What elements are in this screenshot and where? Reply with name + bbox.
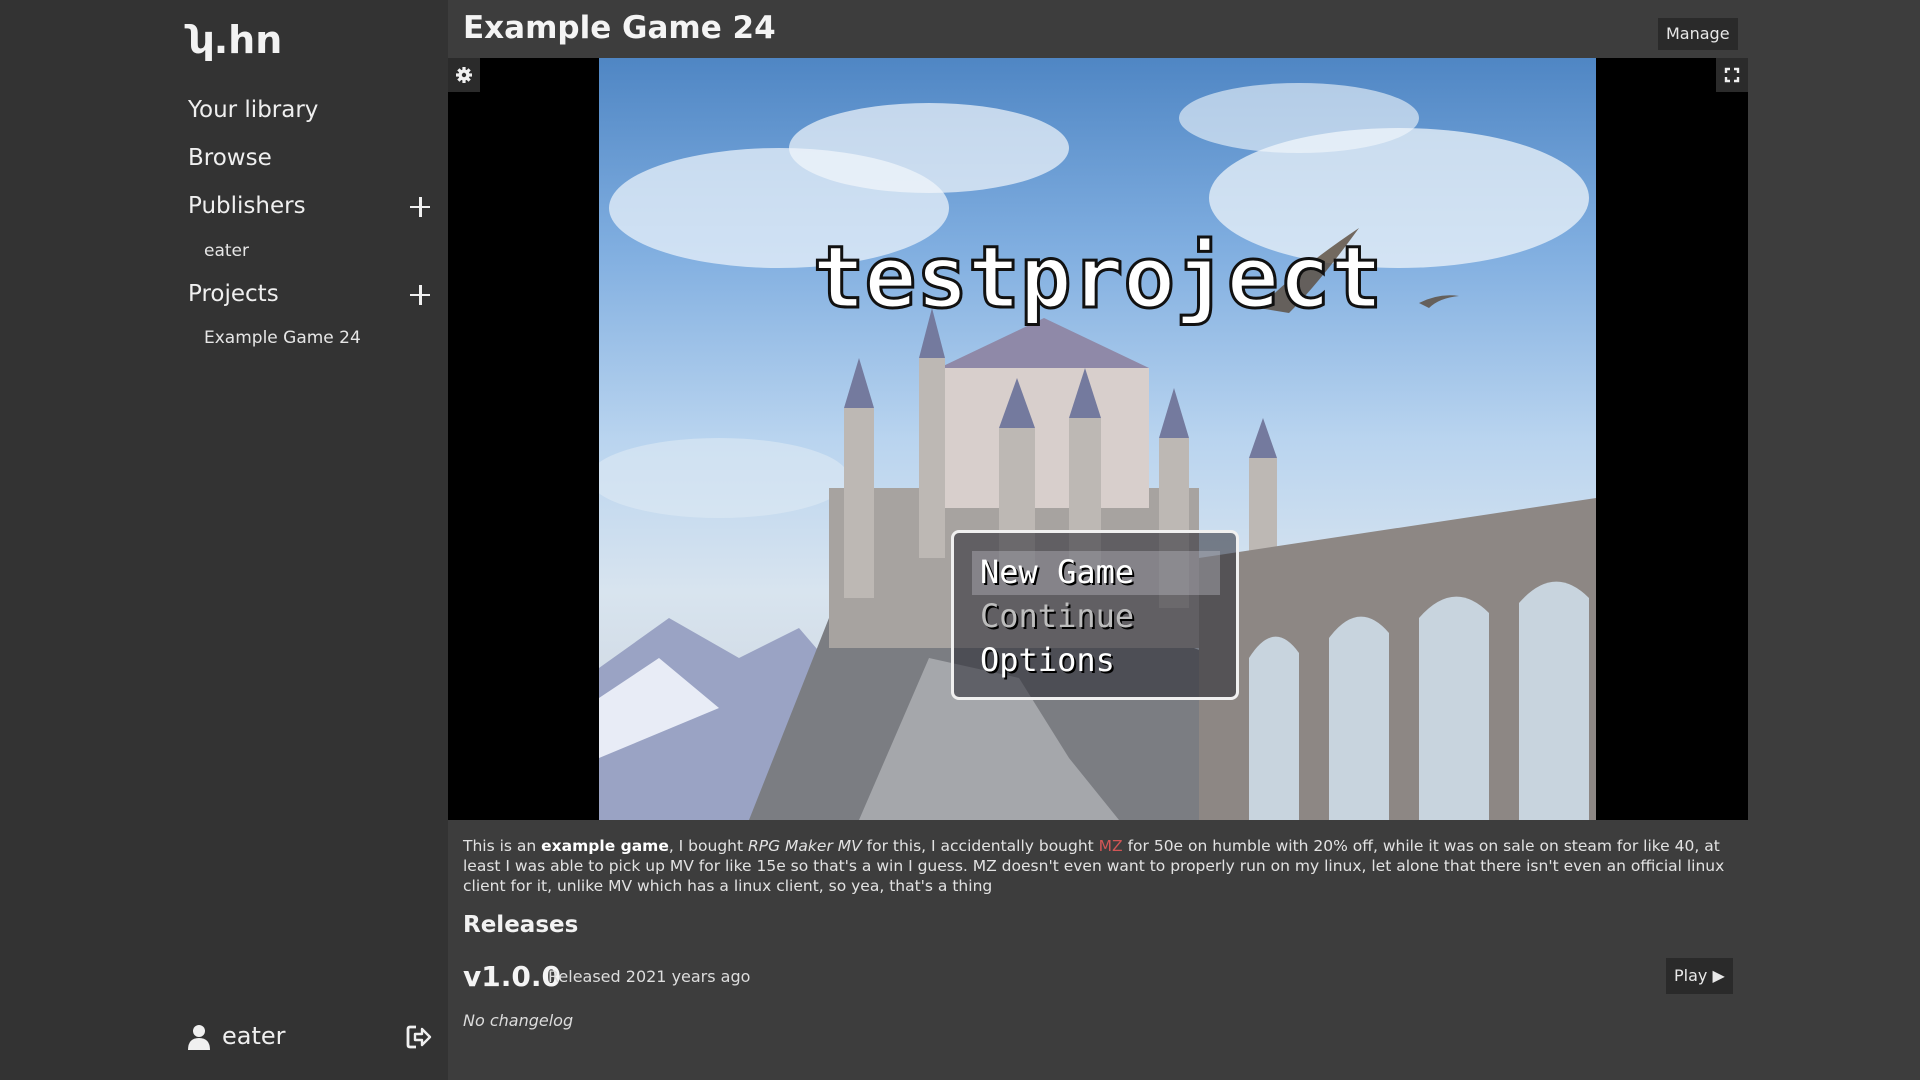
nav-publishers[interactable]: Publishers [188,193,306,219]
user-name: eater [222,1022,286,1050]
logout-icon[interactable] [406,1024,432,1050]
add-project-button[interactable] [408,283,432,307]
game-screen[interactable]: testproject New Game Continue Options [599,58,1596,820]
nav-your-library[interactable]: Your library [188,97,318,123]
game-menu-new-game[interactable]: New Game [972,551,1220,595]
sidebar-item-publisher[interactable]: eater [204,241,249,261]
play-button[interactable]: Play ▶ [1666,958,1733,994]
gear-icon [456,67,472,83]
description-italic: RPG Maker MV [748,837,862,855]
release-date: Released 2021 years ago [548,967,751,986]
release-version: v1.0.0 [463,960,561,993]
nav-projects[interactable]: Projects [188,281,279,307]
sidebar: ʮ.hn Your library Browse Publishers eate… [0,0,448,1080]
sidebar-item-project[interactable]: Example Game 24 [204,328,361,348]
page-title: Example Game 24 [463,10,776,46]
play-icon: ▶ [1712,966,1725,985]
nav-browse[interactable]: Browse [188,145,272,171]
add-publisher-button[interactable] [408,195,432,219]
fullscreen-button[interactable] [1716,58,1748,92]
game-player[interactable]: testproject New Game Continue Options [448,58,1748,820]
manage-button[interactable]: Manage [1658,18,1738,50]
fullscreen-icon [1724,67,1740,83]
game-description: This is an example game, I bought RPG Ma… [463,836,1733,896]
description-link[interactable]: MZ [1099,837,1123,855]
game-menu-options[interactable]: Options [976,639,1236,683]
releases-heading: Releases [463,912,579,938]
description-text: for this, I accidentally bought [861,837,1099,855]
castle-scene-image [599,83,1596,820]
description-bold: example game [541,837,669,855]
description-text: , I bought [668,837,748,855]
play-label: Play [1674,966,1708,985]
settings-button[interactable] [448,58,480,92]
game-menu-continue[interactable]: Continue [976,595,1236,639]
site-logo[interactable]: ʮ.hn [188,18,282,62]
game-title-text: testproject [811,227,1384,330]
user-icon [188,1025,210,1050]
game-title-menu[interactable]: New Game Continue Options [951,530,1239,700]
description-text: This is an [463,837,542,855]
release-changelog: No changelog [463,1011,574,1030]
